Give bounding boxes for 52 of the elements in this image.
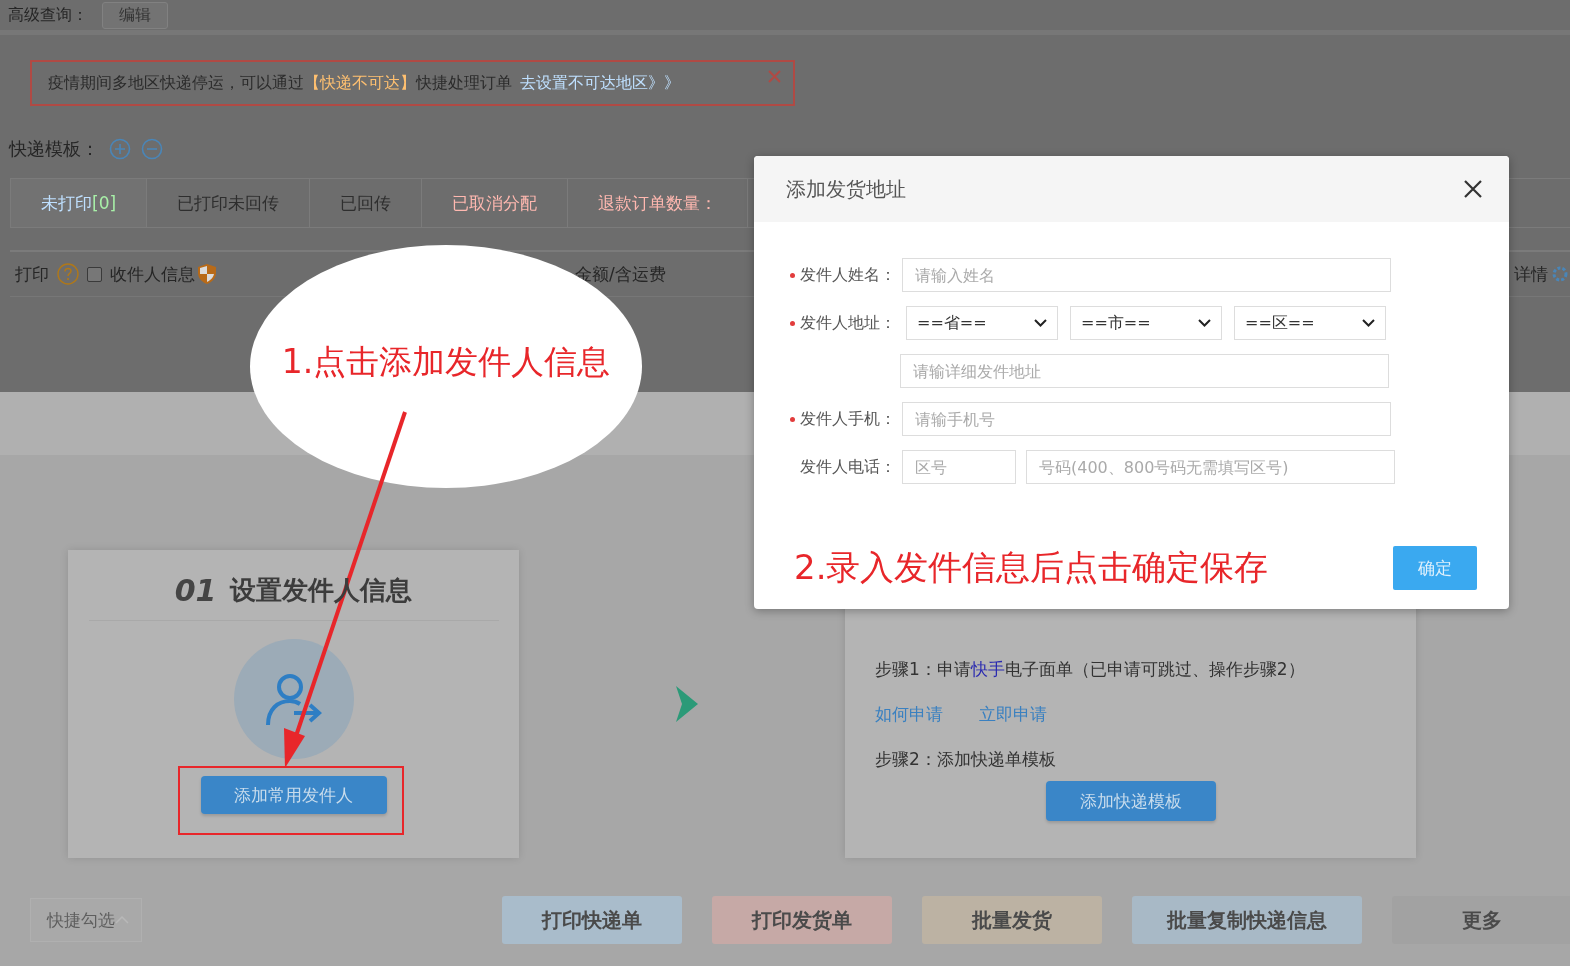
link[interactable]: 如何申请 [875, 703, 943, 726]
step-text: 步骤1：申请快手电子面单（已申请可跳过、操作步骤2） [875, 658, 1306, 681]
chevron-down-icon [1198, 319, 1211, 327]
column-header: 收件人信息 [110, 262, 195, 286]
add-icon [109, 138, 131, 160]
input-field[interactable]: 区号 [902, 450, 1016, 484]
chevron-down-icon [1362, 319, 1375, 327]
column-header: 打印 [15, 262, 49, 286]
field-label: 发件人地址： [800, 312, 896, 334]
select-field[interactable]: ==区== [1234, 306, 1386, 340]
input-field[interactable]: 号码(400、800号码无需填写区号) [1026, 450, 1395, 484]
action-button[interactable]: 批量复制快递信息 [1132, 896, 1362, 944]
edit-button[interactable]: 编辑 [102, 1, 168, 29]
select-field[interactable]: ==市== [1070, 306, 1222, 340]
step-number: 01 [174, 572, 217, 608]
remove-icon [141, 138, 163, 160]
quick-select-dropdown[interactable]: 快捷勾选 [30, 898, 142, 942]
input-field[interactable]: 请输入姓名 [902, 258, 1391, 292]
field-label: 发件人电话： [800, 456, 896, 478]
shield-icon [197, 263, 217, 285]
action-button[interactable]: 批量发货 [922, 896, 1102, 944]
action-button[interactable]: 打印发货单 [712, 896, 892, 944]
close-icon [768, 70, 781, 83]
dialog-title: 添加发货地址 [786, 175, 906, 203]
gear-icon [1552, 266, 1568, 282]
field-label: 发件人手机： [800, 408, 896, 430]
query-label: 高级查询： [8, 4, 88, 26]
instruction-text: 2.录入发件信息后点击确定保存 [794, 546, 1269, 589]
person-arrow-icon [263, 671, 324, 727]
tab[interactable]: 未打印[0] [10, 179, 148, 227]
notice-text: 疫情期间多地区快递停运，可以通过【快递不可达】快捷处理订单 [48, 72, 512, 94]
chevron-right-icon [676, 686, 698, 722]
chevron-down-icon [1034, 319, 1047, 327]
template-label: 快递模板： [9, 137, 99, 161]
select-field[interactable]: ==省== [906, 306, 1058, 340]
step-text: 步骤2：添加快递单模板 [875, 748, 1057, 771]
add-template-button[interactable]: 添加快递模板 [1045, 781, 1216, 821]
action-button[interactable]: 打印快递单 [502, 896, 682, 944]
callout-text: 1.点击添加发件人信息 [281, 341, 611, 383]
input-field[interactable]: 请输详细发件地址 [900, 354, 1389, 388]
link[interactable]: 立即申请 [979, 703, 1047, 726]
add-sender-button[interactable]: 添加常用发件人 [200, 776, 387, 814]
action-button[interactable]: 更多 [1392, 896, 1570, 944]
help-icon [57, 263, 79, 285]
settings-link[interactable]: 去设置不可达地区》》 [520, 72, 680, 94]
input-field[interactable]: 请输手机号 [902, 402, 1391, 436]
close-icon [1463, 179, 1483, 199]
column-header: 详情 [1514, 262, 1548, 286]
dropdown-value: 快捷勾选 [47, 908, 115, 932]
field-label: 发件人姓名： [800, 264, 896, 286]
confirm-button[interactable]: 确定 [1393, 546, 1477, 590]
checkbox[interactable] [87, 266, 102, 282]
